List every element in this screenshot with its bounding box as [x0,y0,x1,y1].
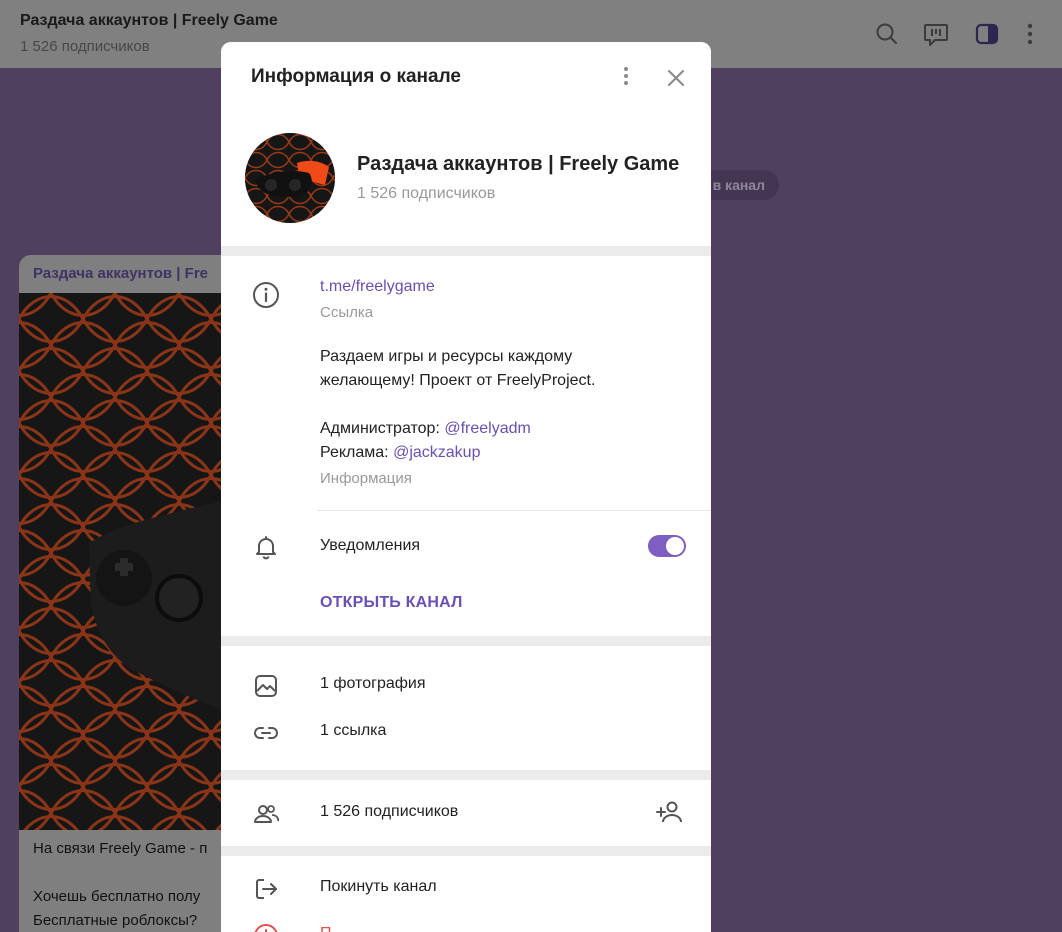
open-channel-button[interactable]: ОТКРЫТЬ КАНАЛ [320,594,463,612]
members-section [221,780,711,846]
admin-handle-link[interactable]: @freelyadm [444,420,531,437]
message-text: На связи Freely Game - п Хочешь бесплатн… [33,840,208,929]
users-icon [252,800,280,828]
chat-subscribers: 1 526 подписчиков [20,38,150,55]
media-section [221,646,711,770]
add-user-icon[interactable] [655,798,683,826]
leave-channel-button[interactable]: Покинуть канал [320,878,437,896]
chat-title[interactable]: Раздача аккаунтов | Freely Game [20,12,278,30]
channel-subscribers: 1 526 подписчиков [357,185,496,202]
channel-link[interactable]: t.me/freelygame [320,278,435,296]
notifications-label: Уведомления [320,537,421,554]
report-icon [252,922,280,932]
divider [317,510,711,511]
description-ads: Реклама: @jackzakup [320,444,480,462]
link-icon [252,719,280,747]
toggle-knob [666,537,684,555]
description-admin: Администратор: @freelyadm [320,420,531,438]
ads-prefix: Реклама: [320,444,394,461]
message-author[interactable]: Раздача аккаунтов | Fre [33,265,208,282]
description-line-1: Раздаем игры и ресурсы каждому [320,348,573,365]
ads-handle-link[interactable]: @jackzakup [393,444,480,461]
link-label: Ссылка [320,304,374,321]
info-icon [252,281,280,309]
channel-name: Раздача аккаунтов | Freely Game [357,153,680,175]
channel-info-dialog: Информация о канале Раздача аккаунтов | … [221,42,711,932]
dialog-header-section: Информация о канале Раздача аккаунтов | … [221,42,711,246]
admin-prefix: Администратор: [320,420,445,437]
description-label: Информация [320,470,412,487]
more-vertical-icon[interactable] [1016,20,1044,48]
report-button[interactable]: П [320,925,332,932]
actions-section [221,856,711,932]
links-count-item[interactable]: 1 ссылка [320,722,386,740]
notifications-toggle[interactable] [648,535,686,557]
dialog-title: Информация о канале [251,66,461,87]
channel-avatar[interactable] [245,133,335,223]
description-line-2: желающему! Проект от FreelyProject. [320,372,596,389]
sidebar-panel-icon[interactable] [973,20,1001,48]
more-vertical-icon[interactable] [614,64,638,88]
photo-icon [252,672,280,700]
bell-icon [252,533,280,561]
leave-icon [252,875,280,903]
photos-count-item[interactable]: 1 фотография [320,675,426,693]
comments-icon[interactable] [922,20,950,48]
close-icon[interactable] [662,64,690,92]
search-icon[interactable] [873,20,901,48]
members-count-item[interactable]: 1 526 подписчиков [320,803,458,821]
